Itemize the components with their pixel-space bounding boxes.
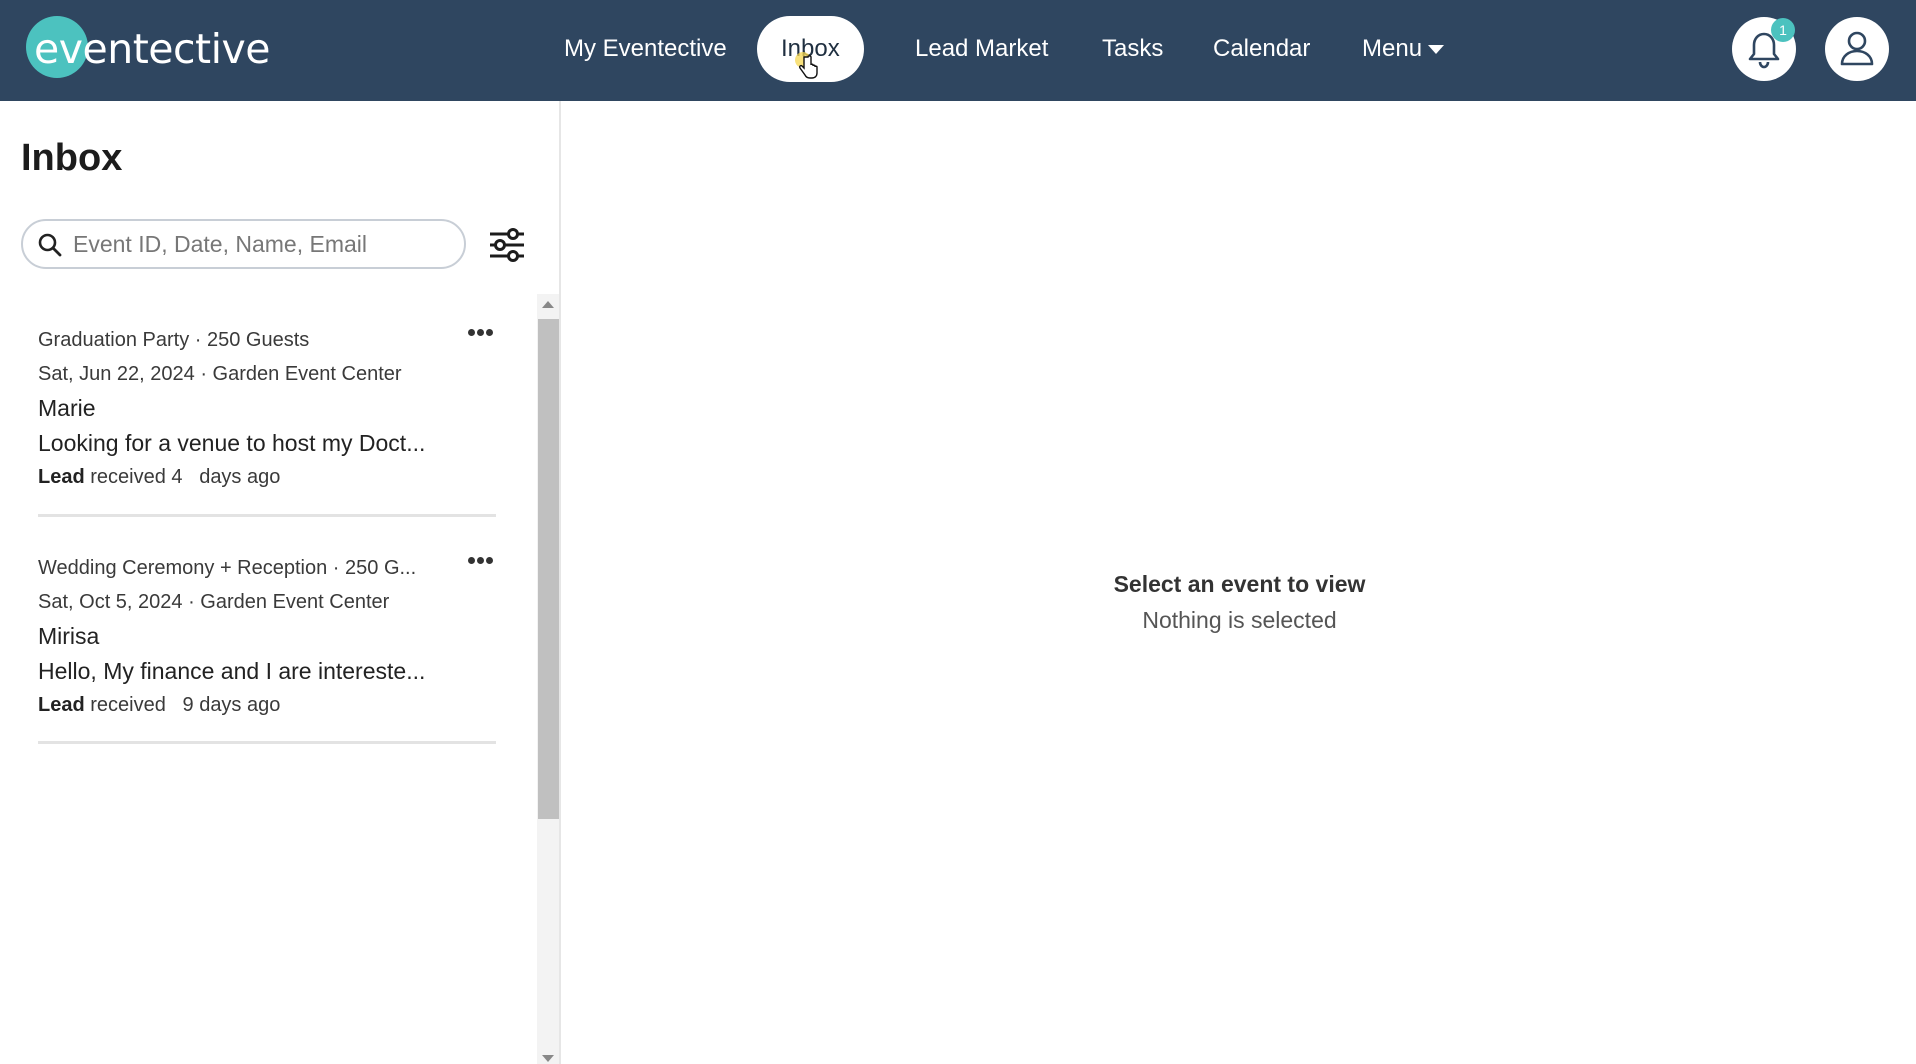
card-divider [38,514,496,517]
lead-card[interactable]: Graduation Party · 250 Guests Sat, Jun 2… [38,326,496,521]
scroll-down-arrow-icon[interactable] [542,1055,554,1062]
card-divider [38,741,496,744]
lead-contact-name: Marie [38,395,96,421]
lead-status-type: Lead [38,466,85,488]
user-icon [1840,31,1874,66]
nav-menu-label: Menu [1362,35,1423,62]
lead-card[interactable]: Wedding Ceremony + Reception · 250 G... … [38,554,496,749]
eventective-logo[interactable]: eventective [24,15,271,79]
lead-received-time: received 4 days ago [84,466,281,488]
lead-status: Lead received 4 days ago [38,466,280,489]
lead-event-info: Wedding Ceremony + Reception · 250 G... [38,557,417,579]
lead-status-type: Lead [38,694,85,716]
lead-message-preview: Hello, My finance and I are intereste... [38,658,426,684]
scroll-up-arrow-icon[interactable] [542,301,554,308]
search-icon [38,233,62,257]
inbox-sidebar: Inbox Graduation Party · 250 Guests Sat,… [0,101,561,1064]
account-button[interactable] [1825,17,1889,81]
sliders-icon[interactable] [488,227,526,263]
nav-lead-market[interactable]: Lead Market [891,16,1072,82]
logo-text: eventective [34,25,271,73]
search-box[interactable] [21,219,466,269]
lead-event-info: Graduation Party · 250 Guests [38,329,310,351]
notification-count-badge: 1 [1771,18,1795,42]
empty-state-subtitle: Nothing is selected [1142,607,1337,633]
top-nav-bar: eventective My Eventective Inbox Lead Ma… [0,0,1916,101]
search-input[interactable] [73,229,453,259]
lead-message-preview: Looking for a venue to host my Doct... [38,430,426,456]
more-options-icon[interactable] [466,554,496,568]
nav-menu[interactable]: Menu [1338,16,1468,82]
nav-my-eventective[interactable]: My Eventective [540,16,751,82]
event-detail-pane: Select an event to view Nothing is selec… [563,101,1916,1064]
lead-received-time: received 9 days ago [84,694,281,716]
lead-date-venue: Sat, Jun 22, 2024 · Garden Event Center [38,363,402,385]
lead-date-venue: Sat, Oct 5, 2024 · Garden Event Center [38,591,390,613]
hand-pointer-icon [799,55,818,79]
nav-tasks[interactable]: Tasks [1078,16,1187,82]
nav-calendar[interactable]: Calendar [1189,16,1334,82]
page-title: Inbox [21,137,123,179]
scrollbar-thumb[interactable] [538,319,559,819]
more-options-icon[interactable] [466,326,496,340]
empty-state-title: Select an event to view [1113,571,1366,597]
chevron-down-icon [1428,45,1445,55]
lead-status: Lead received 9 days ago [38,694,280,717]
lead-contact-name: Mirisa [38,623,100,649]
